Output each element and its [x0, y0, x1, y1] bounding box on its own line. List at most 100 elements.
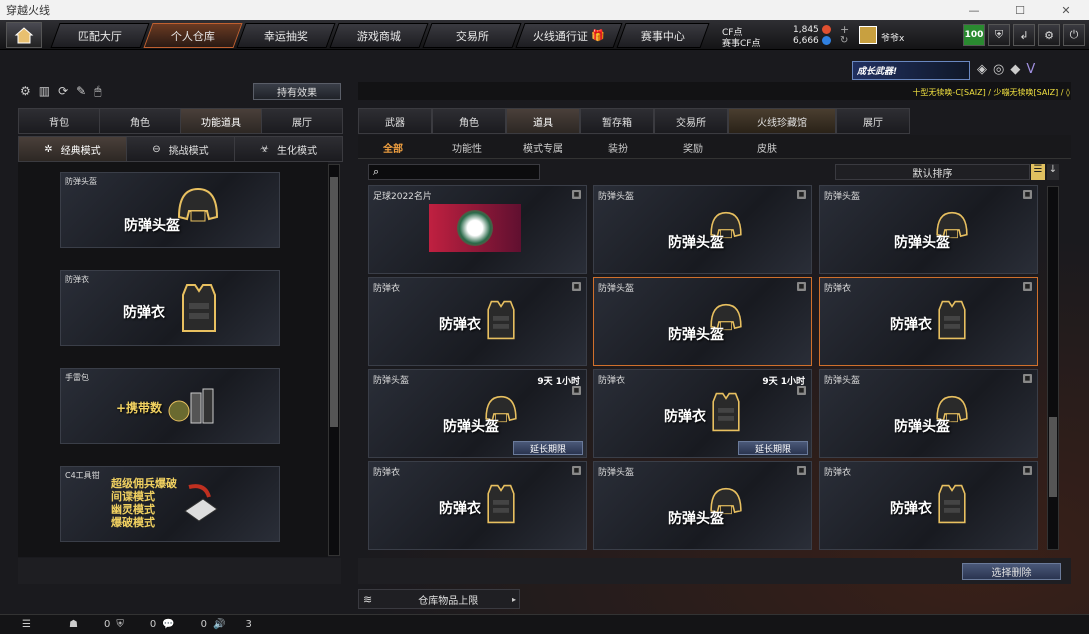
minimize-button[interactable]: —	[951, 0, 997, 20]
lock-icon[interactable]: ■	[572, 190, 581, 199]
home-button[interactable]	[6, 22, 42, 48]
item-card[interactable]: 防弹头盔 ■ 防弹头盔 9天 1小时 延长期限	[368, 369, 587, 458]
item-card[interactable]: 防弹头盔 ■ 防弹头盔	[593, 461, 812, 550]
exit-icon[interactable]: ↲	[1013, 24, 1035, 46]
left-tab-functional[interactable]: 功能道具	[180, 108, 262, 134]
maximize-button[interactable]: ☐	[997, 0, 1043, 20]
lock-icon[interactable]: ■	[1023, 466, 1032, 475]
subtab-all[interactable]: 全部	[383, 138, 403, 156]
left-tab-character[interactable]: 角色	[99, 108, 181, 134]
chat-icon[interactable]: 💬	[162, 619, 174, 630]
left-scrollbar[interactable]	[328, 164, 340, 556]
power-icon[interactable]: ⏻	[1063, 24, 1085, 46]
gear-icon[interactable]: ⚙	[1038, 24, 1060, 46]
shield-icon[interactable]: ⛨	[988, 24, 1010, 46]
lock-icon[interactable]: ■	[797, 282, 806, 291]
lock-icon[interactable]: ■	[797, 386, 806, 395]
subtab-mode-exclusive[interactable]: 模式专属	[523, 138, 563, 156]
gesture-icon[interactable]: ✎	[76, 84, 86, 99]
recycle-icon[interactable]: ⟳	[58, 84, 68, 99]
tab-battle-pass[interactable]: 火线通行证 🎁	[515, 23, 623, 48]
close-button[interactable]: ✕	[1043, 0, 1089, 20]
growth-weapon-banner[interactable]: 成长武器!	[852, 61, 970, 80]
item-grid: 足球2022名片 ■ 防弹头盔 ■ 防弹头盔 防弹头盔 ■ 防弹头盔 防弹衣 ■ 防弹衣 防弹头盔 ■ 防…	[358, 180, 1046, 554]
item-card[interactable]: 防弹头盔 ■ 防弹头盔	[819, 185, 1038, 274]
mode-zombie[interactable]: ☣ 生化模式	[234, 136, 343, 162]
mode-challenge[interactable]: ⊖ 挑战模式	[126, 136, 235, 162]
left-tab-backpack[interactable]: 背包	[18, 108, 100, 134]
home-icon	[14, 27, 34, 44]
right-tab-items[interactable]: 道具	[506, 108, 580, 134]
lock-icon[interactable]: ■	[1023, 374, 1032, 383]
item-name: 防弹衣	[664, 409, 706, 425]
right-tab-collection[interactable]: 火线珍藏馆	[728, 108, 836, 134]
challenge-icon: ⊖	[152, 143, 161, 155]
globe-icon[interactable]: ◎	[993, 62, 1004, 77]
stats-icon[interactable]: ▥	[39, 84, 50, 99]
right-tab-character[interactable]: 角色	[432, 108, 506, 134]
extend-button[interactable]: 延长期限	[738, 441, 808, 455]
item-label: 防弹头盔	[824, 376, 861, 386]
item-card[interactable]: 防弹头盔 ■ 防弹头盔	[819, 369, 1038, 458]
lock-icon[interactable]: ■	[797, 190, 806, 199]
tab-events[interactable]: 赛事中心	[616, 23, 710, 48]
lock-icon[interactable]: ■	[1023, 190, 1032, 199]
item-card[interactable]: 足球2022名片 ■	[368, 185, 587, 274]
item-name: 防弹头盔	[894, 235, 950, 251]
v-icon[interactable]: V	[1026, 62, 1035, 77]
lock-icon[interactable]: ■	[1023, 282, 1032, 291]
top-navigation: 匹配大厅 个人仓库 幸运抽奖 游戏商城 交易所 火线通行证 🎁 赛事中心 CF点 …	[0, 20, 1089, 50]
refresh-icon[interactable]: ↻	[840, 35, 848, 46]
tab-lucky-draw[interactable]: 幸运抽奖	[236, 23, 336, 48]
subtab-decor[interactable]: 装扮	[608, 138, 628, 156]
item-card[interactable]: 防弹头盔 ■ 防弹头盔	[593, 185, 812, 274]
subtab-skin[interactable]: 皮肤	[757, 138, 777, 156]
left-tab-showroom[interactable]: 展厅	[261, 108, 343, 134]
item-card[interactable]: 防弹衣 ■ 防弹衣 9天 1小时 延长期限	[593, 369, 812, 458]
right-tab-exchange[interactable]: 交易所	[654, 108, 728, 134]
cf-coin-icon	[822, 25, 831, 34]
tab-personal-storage[interactable]: 个人仓库	[143, 23, 243, 48]
item-card[interactable]: 防弹衣 ■ 防弹衣	[368, 277, 587, 366]
lock-icon[interactable]: ■	[572, 466, 581, 475]
right-scrollbar[interactable]	[1047, 186, 1059, 550]
mouse-icon[interactable]: 🖱	[94, 84, 101, 99]
storage-limit-bar[interactable]: ≋ 仓库物品上限 ▸	[358, 589, 520, 609]
speaker-icon[interactable]: 🔊	[213, 619, 225, 630]
lock-icon[interactable]: ■	[797, 466, 806, 475]
holding-effect-button[interactable]: 持有效果	[253, 83, 341, 100]
tab-exchange[interactable]: 交易所	[422, 23, 522, 48]
right-tab-weapons[interactable]: 武器	[358, 108, 432, 134]
mode-classic[interactable]: ✲ 经典模式	[18, 136, 127, 162]
shield-small-icon[interactable]: ⛨	[116, 619, 124, 630]
c4-tool-icon	[184, 484, 218, 522]
football-card-image	[429, 204, 521, 252]
left-item-card[interactable]: C4工具钳 超级佣兵爆破 间谍模式 幽灵模式 爆破模式	[60, 466, 280, 542]
sort-dropdown[interactable]: 默认排序	[835, 164, 1030, 180]
list-view-icon[interactable]: ☰	[1031, 164, 1045, 180]
item-card[interactable]: 防弹衣 ■ 防弹衣	[368, 461, 587, 550]
subtab-functional[interactable]: 功能性	[452, 138, 482, 156]
right-tab-temp-box[interactable]: 暂存箱	[580, 108, 654, 134]
item-card[interactable]: 防弹头盔 ■ 防弹头盔	[593, 277, 812, 366]
item-card[interactable]: 防弹衣 ■ 防弹衣	[819, 277, 1038, 366]
lock-icon[interactable]: ■	[572, 282, 581, 291]
search-input[interactable]: ⌕	[368, 164, 540, 180]
sort-direction-icon[interactable]: ↓	[1047, 164, 1059, 180]
tab-match-lobby[interactable]: 匹配大厅	[50, 23, 150, 48]
left-item-card[interactable]: 手雷包 +携带数	[60, 368, 280, 444]
lock-icon[interactable]: ■	[572, 386, 581, 395]
right-tab-showroom[interactable]: 展厅	[836, 108, 910, 134]
left-item-card[interactable]: 防弹衣 防弹衣	[60, 270, 280, 346]
left-item-card[interactable]: 防弹头盔 防弹头盔	[60, 172, 280, 248]
emblem-icon[interactable]: ◈	[977, 62, 987, 77]
extend-button[interactable]: 延长期限	[513, 441, 583, 455]
item-card[interactable]: 防弹衣 ■ 防弹衣	[819, 461, 1038, 550]
menu-icon[interactable]: ☰	[22, 619, 31, 630]
off-toggle-icon[interactable]: ⚙	[20, 84, 31, 99]
rocket-icon[interactable]: ◆	[1010, 62, 1020, 77]
friends-icon[interactable]: ☗	[69, 619, 78, 630]
select-delete-button[interactable]: 选择删除	[962, 563, 1061, 580]
subtab-reward[interactable]: 奖励	[683, 138, 703, 156]
tab-game-mall[interactable]: 游戏商城	[329, 23, 429, 48]
